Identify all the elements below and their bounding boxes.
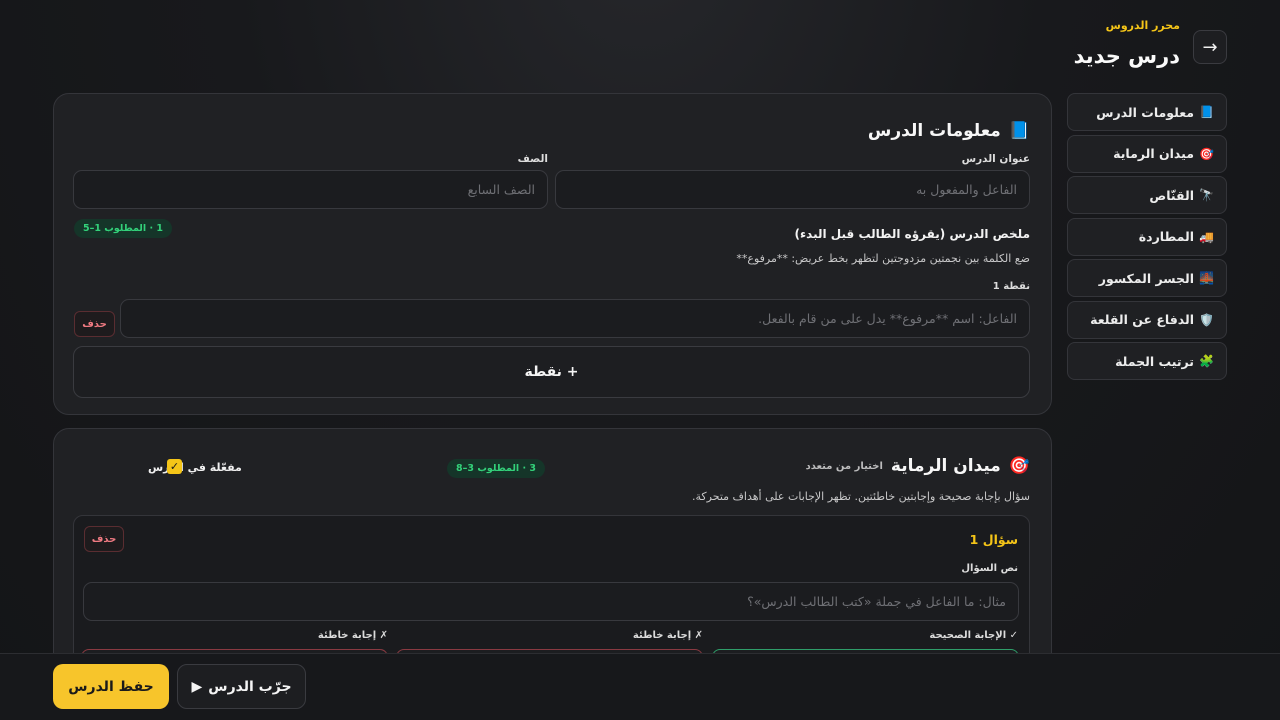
- wrong-answer-label: ✗ إجابة خاطئة: [317, 630, 388, 641]
- sidebar-item-chase[interactable]: 🚚 المطاردة: [1067, 217, 1227, 256]
- shield-icon: 🛡️: [1199, 312, 1214, 327]
- truck-icon: 🚚: [1199, 229, 1214, 244]
- page-title: درس جديد: [1073, 44, 1180, 68]
- add-point-button[interactable]: + نقطة: [73, 346, 1030, 398]
- target-icon: 🎯: [1008, 456, 1030, 476]
- sidebar-item-broken-bridge[interactable]: 🌉 الجسر المكسور: [1067, 259, 1227, 297]
- sidebar-item-lesson-info[interactable]: 📘 معلومات الدرس: [1067, 93, 1227, 131]
- correct-answer-label: ✓ الإجابة الصحيحة: [929, 630, 1018, 641]
- sidebar-item-shooting-range[interactable]: 🎯 ميدان الرماية: [1067, 134, 1227, 173]
- questions-count-badge: 3 · المطلوب 3–8: [447, 459, 545, 478]
- summary-label: ملخص الدرس (يقرؤه الطالب قبل البدء): [794, 227, 1030, 241]
- lesson-title-input[interactable]: الفاعل والمفعول به: [555, 170, 1030, 209]
- summary-hint: ضع الكلمة بين نجمتين مزدوجتين لتظهر بخط …: [736, 252, 1030, 265]
- sidebar-item-label: الجسر المكسور: [1098, 270, 1194, 286]
- telescope-icon: 🔭: [1199, 188, 1214, 202]
- sidebar-item-sniper[interactable]: 🔭 القنّاص: [1067, 176, 1227, 214]
- sidebar-item-label: المطاردة: [1138, 229, 1194, 244]
- book-icon: 📘: [1199, 105, 1214, 119]
- try-lesson-label: جرّب الدرس: [208, 678, 292, 695]
- question-text-input[interactable]: مثال: ما الفاعل في جملة «كتب الطالب الدر…: [83, 582, 1019, 621]
- bridge-icon: 🌉: [1199, 271, 1214, 285]
- delete-question-button[interactable]: حذف: [84, 526, 124, 552]
- footer-bar: حفظ الدرس جرّب الدرس ▶: [0, 653, 1280, 720]
- enabled-label: مفعّلة في الدرس: [148, 461, 242, 474]
- lesson-info-title: 📘 معلومات الدرس: [867, 121, 1030, 141]
- sidebar-item-label: ترتيب الجملة: [1115, 353, 1194, 369]
- shooting-range-title: 🎯 ميدان الرماية اختيار من متعدد: [805, 456, 1030, 476]
- sidebar-item-label: معلومات الدرس: [1096, 104, 1194, 120]
- sidebar-item-castle-defense[interactable]: 🛡️ الدفاع عن القلعة: [1067, 300, 1227, 339]
- summary-count-badge: 1 · المطلوب 1–5: [74, 219, 172, 238]
- sidebar-item-label: القنّاص: [1149, 187, 1194, 203]
- book-icon: 📘: [1008, 121, 1030, 141]
- delete-point-button[interactable]: حذف: [74, 311, 115, 337]
- save-lesson-button[interactable]: حفظ الدرس: [53, 664, 169, 709]
- grade-label: الصف: [517, 153, 548, 165]
- sidebar: 📘 معلومات الدرس 🎯 ميدان الرماية 🔭 القنّا…: [1067, 93, 1227, 384]
- back-arrow-icon[interactable]: →: [1193, 30, 1227, 64]
- lesson-info-card: 📘 معلومات الدرس عنوان الدرس الفاعل والمف…: [53, 93, 1052, 415]
- play-icon: ▶: [191, 678, 203, 695]
- point-label: نقطة 1: [992, 281, 1030, 292]
- sidebar-item-sentence-order[interactable]: 🧩 ترتيب الجملة: [1067, 342, 1227, 380]
- try-lesson-button[interactable]: جرّب الدرس ▶: [177, 664, 306, 709]
- grade-input[interactable]: الصف السابع: [73, 170, 548, 209]
- point-input[interactable]: الفاعل: اسم **مرفوع** يدل على من قام بال…: [120, 299, 1030, 338]
- shooting-range-description: سؤال بإجابة صحيحة وإجابتين خاطئتين. تظهر…: [692, 490, 1030, 503]
- wrong-answer-label: ✗ إجابة خاطئة: [632, 630, 703, 641]
- enabled-checkbox[interactable]: ✓: [167, 459, 182, 474]
- sidebar-item-label: ميدان الرماية: [1113, 146, 1194, 161]
- question-title: سؤال 1: [969, 532, 1018, 547]
- page-header: → محرر الدروس درس جديد: [1052, 18, 1227, 78]
- editor-label: محرر الدروس: [1105, 19, 1180, 32]
- shooting-range-subtitle: اختيار من متعدد: [805, 460, 883, 472]
- lesson-title-label: عنوان الدرس: [961, 153, 1030, 165]
- sidebar-item-label: الدفاع عن القلعة: [1090, 312, 1194, 327]
- puzzle-icon: 🧩: [1199, 354, 1214, 368]
- target-icon: 🎯: [1199, 146, 1214, 161]
- question-text-label: نص السؤال: [961, 563, 1018, 574]
